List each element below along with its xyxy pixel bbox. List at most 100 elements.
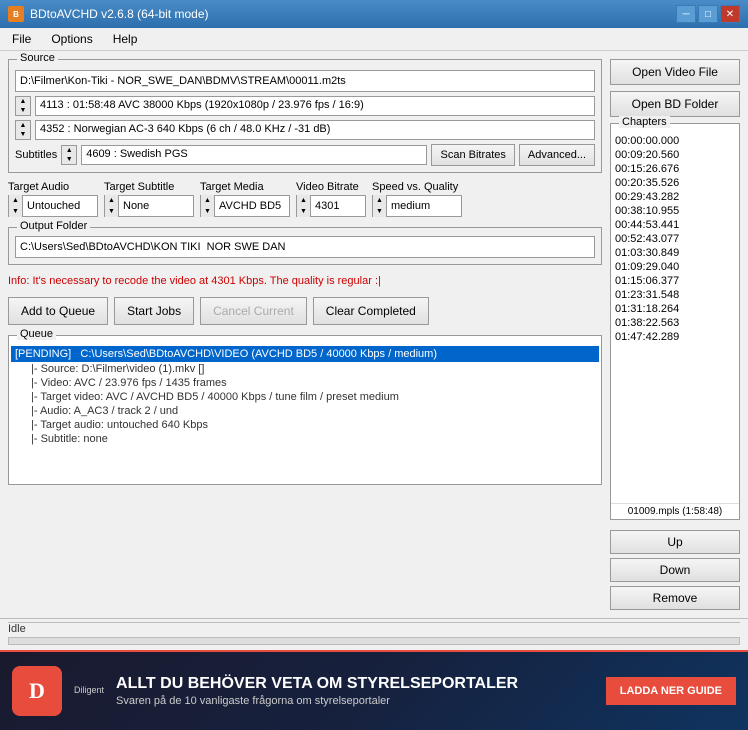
menu-help[interactable]: Help bbox=[105, 30, 146, 48]
subtitles-info: 4609 : Swedish PGS bbox=[81, 145, 427, 165]
output-label: Output Folder bbox=[17, 220, 90, 232]
queue-item-pending[interactable]: [PENDING] C:\Users\Sed\BDtoAVCHD\VIDEO (… bbox=[11, 346, 599, 362]
subtitles-spinner-down[interactable]: ▼ bbox=[62, 155, 76, 164]
target-audio-spinner[interactable]: ▲ ▼ bbox=[9, 195, 23, 217]
chapter-item[interactable]: 01:09:29.040 bbox=[613, 260, 737, 274]
chapters-label: Chapters bbox=[619, 116, 670, 128]
target-audio-label: Target Audio bbox=[8, 181, 98, 193]
info-message: Info: It's necessary to recode the video… bbox=[8, 275, 602, 287]
add-to-queue-button[interactable]: Add to Queue bbox=[8, 297, 108, 325]
video-spinner-down[interactable]: ▼ bbox=[16, 106, 30, 115]
chapter-item[interactable]: 01:31:18.264 bbox=[613, 302, 737, 316]
target-audio-group: Target Audio ▲ ▼ Untouched bbox=[8, 181, 98, 217]
output-path-input[interactable] bbox=[15, 236, 595, 258]
speed-quality-group: Speed vs. Quality ▲ ▼ medium bbox=[372, 181, 462, 217]
chapter-item[interactable]: 00:20:35.526 bbox=[613, 176, 737, 190]
pending-path: C:\Users\Sed\BDtoAVCHD\VIDEO (AVCHD BD5 … bbox=[80, 348, 437, 360]
audio-spinner-up[interactable]: ▲ bbox=[16, 121, 30, 130]
window-controls: ─ □ ✕ bbox=[676, 5, 740, 23]
chapters-list[interactable]: 00:00:00.000 00:09:20.560 00:15:26.676 0… bbox=[611, 132, 739, 497]
chapter-item[interactable]: 00:52:43.077 bbox=[613, 232, 737, 246]
cancel-current-button[interactable]: Cancel Current bbox=[200, 297, 307, 325]
subtitles-row: Subtitles ▲ ▼ 4609 : Swedish PGS Scan Bi… bbox=[15, 144, 595, 166]
ad-headline: ALLT DU BEHÖVER VETA OM STYRELSEPORTALER bbox=[116, 675, 594, 693]
queue-controls: Up Down Remove bbox=[610, 530, 740, 610]
queue-detail-video: |- Video: AVC / 23.976 fps / 1435 frames bbox=[11, 376, 599, 390]
chapters-footer: 01009.mpls (1:58:48) bbox=[611, 503, 739, 519]
pending-status: [PENDING] bbox=[15, 348, 71, 360]
speed-quality-combo[interactable]: ▲ ▼ medium bbox=[372, 195, 462, 217]
queue-label: Queue bbox=[17, 328, 56, 340]
chapter-item[interactable]: 00:00:00.000 bbox=[613, 134, 737, 148]
svg-text:B: B bbox=[13, 10, 19, 19]
queue-content[interactable]: [PENDING] C:\Users\Sed\BDtoAVCHD\VIDEO (… bbox=[9, 344, 601, 482]
subtitles-spinner-up[interactable]: ▲ bbox=[62, 146, 76, 155]
subtitles-spinner[interactable]: ▲ ▼ bbox=[61, 145, 77, 165]
target-subtitle-spinner[interactable]: ▲ ▼ bbox=[105, 195, 119, 217]
target-audio-value: Untouched bbox=[23, 198, 97, 214]
video-bitrate-combo[interactable]: ▲ ▼ 4301 bbox=[296, 195, 366, 217]
audio-spinner[interactable]: ▲ ▼ bbox=[15, 120, 31, 140]
target-subtitle-group: Target Subtitle ▲ ▼ None bbox=[104, 181, 194, 217]
target-media-value: AVCHD BD5 bbox=[215, 198, 289, 214]
scan-bitrates-button[interactable]: Scan Bitrates bbox=[431, 144, 514, 166]
speed-quality-value: medium bbox=[387, 198, 461, 214]
clear-completed-button[interactable]: Clear Completed bbox=[313, 297, 429, 325]
target-subtitle-label: Target Subtitle bbox=[104, 181, 194, 193]
queue-detail-source: |- Source: D:\Filmer\video (1).mkv [] bbox=[11, 362, 599, 376]
video-spinner[interactable]: ▲ ▼ bbox=[15, 96, 31, 116]
audio-spinner-down[interactable]: ▼ bbox=[16, 130, 30, 139]
open-bd-folder-button[interactable]: Open BD Folder bbox=[610, 91, 740, 117]
main-layout: Source ▲ ▼ 4113 : 01:58:48 AVC 38000 Kbp… bbox=[0, 51, 748, 618]
target-subtitle-combo[interactable]: ▲ ▼ None bbox=[104, 195, 194, 217]
maximize-button[interactable]: □ bbox=[698, 5, 718, 23]
up-button[interactable]: Up bbox=[610, 530, 740, 554]
ad-logo: D bbox=[12, 666, 62, 716]
down-button[interactable]: Down bbox=[610, 558, 740, 582]
advanced-button[interactable]: Advanced... bbox=[519, 144, 595, 166]
chapter-item[interactable]: 00:44:53.441 bbox=[613, 218, 737, 232]
chapter-item[interactable]: 00:15:26.676 bbox=[613, 162, 737, 176]
ad-text-block: ALLT DU BEHÖVER VETA OM STYRELSEPORTALER… bbox=[116, 675, 594, 707]
chapter-item[interactable]: 01:47:42.289 bbox=[613, 330, 737, 344]
video-bitrate-group: Video Bitrate ▲ ▼ 4301 bbox=[296, 181, 366, 217]
menu-bar: File Options Help bbox=[0, 28, 748, 51]
menu-options[interactable]: Options bbox=[43, 30, 100, 48]
queue-detail-target-video: |- Target video: AVC / AVCHD BD5 / 40000… bbox=[11, 390, 599, 404]
ad-banner: D Diligent ALLT DU BEHÖVER VETA OM STYRE… bbox=[0, 650, 748, 730]
remove-button[interactable]: Remove bbox=[610, 586, 740, 610]
progress-bar bbox=[8, 637, 740, 645]
chapter-item[interactable]: 01:23:31.548 bbox=[613, 288, 737, 302]
target-row: Target Audio ▲ ▼ Untouched Target Subtit… bbox=[8, 181, 602, 217]
target-media-combo[interactable]: ▲ ▼ AVCHD BD5 bbox=[200, 195, 290, 217]
start-jobs-button[interactable]: Start Jobs bbox=[114, 297, 194, 325]
chapter-item[interactable]: 00:38:10.955 bbox=[613, 204, 737, 218]
ad-logo-subtext: Diligent bbox=[74, 685, 104, 695]
target-media-spinner[interactable]: ▲ ▼ bbox=[201, 195, 215, 217]
source-path-input[interactable] bbox=[15, 70, 595, 92]
title-bar: B BDtoAVCHD v2.6.8 (64-bit mode) ─ □ ✕ bbox=[0, 0, 748, 28]
output-section: Output Folder bbox=[8, 227, 602, 265]
queue-section: Queue [PENDING] C:\Users\Sed\BDtoAVCHD\V… bbox=[8, 335, 602, 485]
chapter-item[interactable]: 01:38:22.563 bbox=[613, 316, 737, 330]
close-button[interactable]: ✕ bbox=[720, 5, 740, 23]
ad-cta-button[interactable]: LADDA NER GUIDE bbox=[606, 677, 736, 705]
open-video-file-button[interactable]: Open Video File bbox=[610, 59, 740, 85]
chapter-item[interactable]: 00:09:20.560 bbox=[613, 148, 737, 162]
video-bitrate-value: 4301 bbox=[311, 198, 365, 214]
audio-info: 4352 : Norwegian AC-3 640 Kbps (6 ch / 4… bbox=[35, 120, 595, 140]
source-section: Source ▲ ▼ 4113 : 01:58:48 AVC 38000 Kbp… bbox=[8, 59, 602, 173]
video-row: ▲ ▼ 4113 : 01:58:48 AVC 38000 Kbps (1920… bbox=[15, 96, 595, 116]
ad-subtext: Svaren på de 10 vanligaste frågorna om s… bbox=[116, 695, 594, 707]
target-audio-combo[interactable]: ▲ ▼ Untouched bbox=[8, 195, 98, 217]
chapter-item[interactable]: 01:15:06.377 bbox=[613, 274, 737, 288]
chapter-item[interactable]: 01:03:30.849 bbox=[613, 246, 737, 260]
chapter-item[interactable]: 00:29:43.282 bbox=[613, 190, 737, 204]
video-bitrate-spinner[interactable]: ▲ ▼ bbox=[297, 195, 311, 217]
status-section: Idle bbox=[0, 618, 748, 650]
video-spinner-up[interactable]: ▲ bbox=[16, 97, 30, 106]
speed-quality-spinner[interactable]: ▲ ▼ bbox=[373, 195, 387, 217]
minimize-button[interactable]: ─ bbox=[676, 5, 696, 23]
menu-file[interactable]: File bbox=[4, 30, 39, 48]
video-info: 4113 : 01:58:48 AVC 38000 Kbps (1920x108… bbox=[35, 96, 595, 116]
